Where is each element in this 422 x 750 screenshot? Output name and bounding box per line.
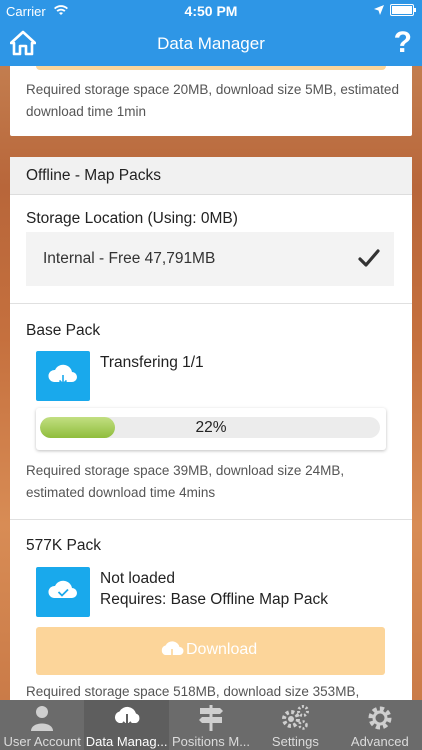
tab-label: Data Manag... (85, 734, 168, 749)
base-pack-icon (36, 351, 90, 401)
user-icon (31, 706, 54, 731)
download-button[interactable]: Download (36, 627, 385, 675)
base-pack-progress: 22% (36, 408, 386, 450)
cloud-download-icon (114, 706, 140, 728)
base-pack-title: Base Pack (26, 322, 101, 339)
cloud-check-icon (48, 580, 77, 598)
577k-pack-icon (36, 567, 90, 617)
cloud-download-icon (48, 364, 77, 386)
status-bar: Carrier 4:50 PM (0, 0, 422, 22)
tab-user-account[interactable]: User Account (0, 700, 84, 750)
storage-option-label: Internal - Free 47,791MB (43, 250, 216, 267)
signpost-icon (199, 705, 224, 731)
progress-percent: 22% (195, 419, 227, 436)
battery-icon (390, 4, 416, 16)
offline-map-packs-card: Offline - Map Packs Storage Location (Us… (10, 157, 412, 700)
previous-pack-requirements: Required storage space 20MB, download si… (26, 82, 399, 119)
577k-pack-status-line: Not loaded (100, 570, 175, 587)
storage-location-label: Storage Location (Using: 0MB) (26, 210, 238, 227)
storage-option-internal[interactable]: Internal - Free 47,791MB (26, 232, 394, 286)
scroll-content[interactable]: Required storage space 20MB, download si… (0, 66, 422, 700)
previous-pack-card: Required storage space 20MB, download si… (10, 66, 412, 136)
tab-label: Settings (271, 734, 319, 749)
help-icon[interactable]: ? (394, 26, 412, 60)
checkmark-icon (358, 249, 380, 267)
577k-pack-requirement-line: Requires: Base Offline Map Pack (100, 591, 329, 608)
577k-pack-title: 577K Pack (26, 537, 101, 554)
navigation-bar: Data Manager ? (0, 22, 422, 66)
base-pack-requirements: Required storage space 39MB, download si… (26, 463, 345, 500)
previous-pack-button[interactable] (36, 66, 386, 70)
577k-pack-requirements: Required storage space 518MB, download s… (26, 684, 360, 699)
tab-positions-manager[interactable]: Positions M... (169, 700, 253, 750)
download-label: Download (186, 641, 258, 658)
clock: 4:50 PM (184, 3, 238, 19)
577k-pack-status: Not loaded Requires: Base Offline Map Pa… (100, 568, 328, 610)
tab-label: User Account (3, 734, 81, 749)
tab-settings[interactable]: Settings (253, 700, 337, 750)
location-arrow-icon (374, 5, 384, 15)
section-header: Offline - Map Packs (10, 157, 412, 195)
tab-label: Advanced (350, 734, 409, 749)
cloud-download-icon (161, 641, 184, 661)
section-title: Offline - Map Packs (26, 167, 161, 184)
gear-icon (368, 706, 392, 730)
page-title: Data Manager (157, 34, 265, 53)
divider (10, 519, 412, 520)
tab-label: Positions M... (172, 734, 251, 749)
tab-advanced[interactable]: Advanced (338, 700, 422, 750)
base-pack-status: Transfering 1/1 (100, 354, 204, 371)
tab-bar: User Account Data Manag... Positions M..… (0, 700, 422, 750)
gears-icon (282, 705, 310, 730)
tab-data-manager[interactable]: Data Manag... (84, 700, 169, 750)
divider (10, 303, 412, 304)
